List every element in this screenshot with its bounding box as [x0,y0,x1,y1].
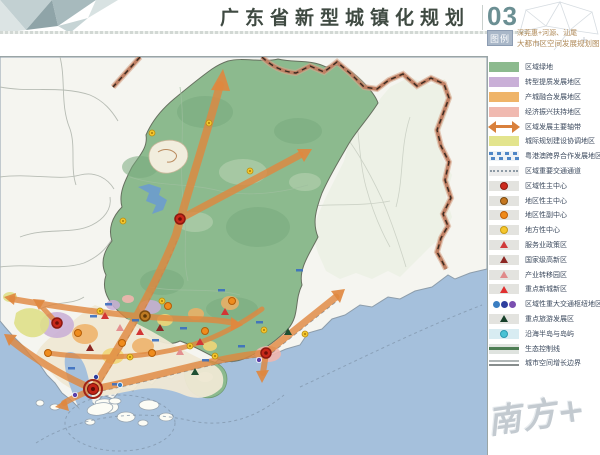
legend-swatch [489,270,519,280]
legend-swatch [489,77,519,87]
legend-swatch [489,329,519,339]
legend-label: 产业转移园区 [525,270,567,280]
header-vertical-divider [482,5,483,30]
legend-item: 经济振兴扶持地区 [489,104,599,119]
legend-item: 区域绿地 [489,60,599,75]
legend-label: 区域性主中心 [525,181,567,191]
legend-label: 经济振兴扶持地区 [525,107,581,117]
legend-item: 服务业政策区 [489,238,599,253]
legend-swatch [489,210,519,220]
legend-label: 沿海半岛与岛屿 [525,329,574,339]
legend-box: 图例 [487,30,513,46]
watermark: 南方+ [484,381,600,455]
legend-swatch [489,107,519,117]
legend-item: 地方性中心 [489,223,599,238]
legend-label: 城际规划建设协调地区 [525,136,595,146]
legend-label: 地区性主中心 [525,196,567,206]
legend-swatch [489,255,519,265]
subtitle-line1: 深莞惠+河源、汕尾 [517,29,600,38]
legend-swatch [489,181,519,191]
legend-label: 城市空间增长边界 [525,358,581,368]
legend-item: 地区性主中心 [489,193,599,208]
legend-swatch [489,92,519,102]
legend-label: 区域发展主要轴带 [525,122,581,132]
legend-item: 国家级高新区 [489,252,599,267]
map-subtitle: 深莞惠+河源、汕尾 大都市区空间发展规划图 [517,29,600,48]
page-title: 广东省新型城镇化规划 [0,3,470,30]
legend-item: 粤港澳跨界合作发展地区 [489,149,599,164]
legend-item: 区域重要交通通道 [489,164,599,179]
legend-item: 区域发展主要轴带 [489,119,599,134]
legend-label: 粤港澳跨界合作发展地区 [525,151,600,161]
legend-swatch [489,240,519,250]
legend-swatch [489,284,519,294]
legend-item: 城际规划建设协调地区 [489,134,599,149]
legend-item: 区域性重大交通枢纽地区 [489,297,599,312]
legend-swatch [489,314,519,324]
subtitle-line2: 大都市区空间发展规划图 [517,39,600,48]
legend-label: 区域重要交通通道 [525,166,581,176]
legend-item: 城市空间增长边界 [489,356,599,371]
legend-label: 地方性中心 [525,225,560,235]
legend-swatch [489,225,519,235]
legend-item: 重点旅游发展区 [489,312,599,327]
district-main-center-marker [140,311,150,321]
page: 广东省新型城镇化规划 03 图例 深莞惠+河源、汕尾 大都市区空间发展规划图 [0,0,600,455]
page-number: 03 [487,1,518,32]
legend-item: 地区性副中心 [489,208,599,223]
legend-label: 转型提质发展地区 [525,77,581,87]
legend-panel: 区域绿地 转型提质发展地区 产城融合发展地区 经济振兴扶持地区 区域发展主要轴带… [489,60,599,371]
legend-label: 地区性副中心 [525,210,567,220]
legend-label: 区域性重大交通枢纽地区 [525,299,600,309]
legend-swatch [489,62,519,72]
legend-label: 区域绿地 [525,62,553,72]
legend-label: 重点旅游发展区 [525,314,574,324]
legend-item: 产城融合发展地区 [489,90,599,105]
map-image [0,57,487,455]
legend-swatch [489,196,519,206]
legend-swatch [489,122,519,132]
legend-item: 重点新城新区 [489,282,599,297]
header-divider [0,31,527,34]
legend-item: 沿海半岛与岛屿 [489,326,599,341]
legend-item: 转型提质发展地区 [489,75,599,90]
legend-swatch [489,166,519,176]
legend-label: 国家级高新区 [525,255,567,265]
legend-label: 生态控制线 [525,344,560,354]
legend-swatch [489,299,519,309]
legend-swatch [489,151,519,161]
legend-swatch [489,358,519,368]
legend-swatch [489,344,519,354]
legend-swatch [489,136,519,146]
legend-label: 重点新城新区 [525,284,567,294]
legend-item: 生态控制线 [489,341,599,356]
legend-label: 服务业政策区 [525,240,567,250]
map-canvas [0,56,488,455]
legend-item: 区域性主中心 [489,178,599,193]
legend-item: 产业转移园区 [489,267,599,282]
legend-label: 产城融合发展地区 [525,92,581,102]
